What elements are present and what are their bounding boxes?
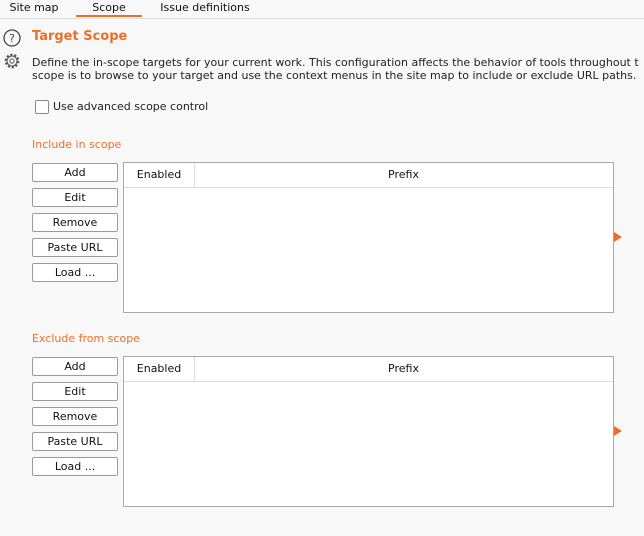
description-line-2: scope is to browse to your target and us… [32,69,637,82]
include-load-button[interactable]: Load ... [32,263,118,282]
include-paste-url-button[interactable]: Paste URL [32,238,118,257]
help-icon[interactable]: ? [3,29,21,47]
gear-icon[interactable] [3,52,21,70]
svg-text:?: ? [9,32,15,45]
page-title: Target Scope [32,29,128,44]
exclude-add-button[interactable]: Add [32,357,118,376]
advanced-scope-label[interactable]: Use advanced scope control [53,100,208,114]
exclude-table[interactable]: Enabled Prefix [123,356,614,507]
include-remove-button[interactable]: Remove [32,213,118,232]
tab-scope[interactable]: Scope [76,0,142,17]
exclude-edit-button[interactable]: Edit [32,382,118,401]
tab-site-map[interactable]: Site map [0,0,68,17]
include-column-enabled[interactable]: Enabled [124,163,195,187]
exclude-column-enabled[interactable]: Enabled [124,357,195,381]
include-edit-button[interactable]: Edit [32,188,118,207]
include-column-prefix[interactable]: Prefix [194,163,613,187]
exclude-load-button[interactable]: Load ... [32,457,118,476]
tab-issue-definitions[interactable]: Issue definitions [150,0,260,17]
include-add-button[interactable]: Add [32,163,118,182]
exclude-table-header: Enabled Prefix [124,357,613,382]
include-table-header: Enabled Prefix [124,163,613,188]
include-expand-arrow-icon[interactable] [614,232,622,242]
description-line-1: Define the in-scope targets for your cur… [32,56,639,69]
tab-bar: Site map Scope Issue definitions [0,0,644,19]
exclude-remove-button[interactable]: Remove [32,407,118,426]
exclude-section-label: Exclude from scope [32,332,140,345]
advanced-scope-checkbox[interactable] [35,100,49,114]
include-table[interactable]: Enabled Prefix [123,162,614,313]
exclude-paste-url-button[interactable]: Paste URL [32,432,118,451]
include-section-label: Include in scope [32,138,122,151]
exclude-column-prefix[interactable]: Prefix [194,357,613,381]
exclude-expand-arrow-icon[interactable] [614,426,622,436]
